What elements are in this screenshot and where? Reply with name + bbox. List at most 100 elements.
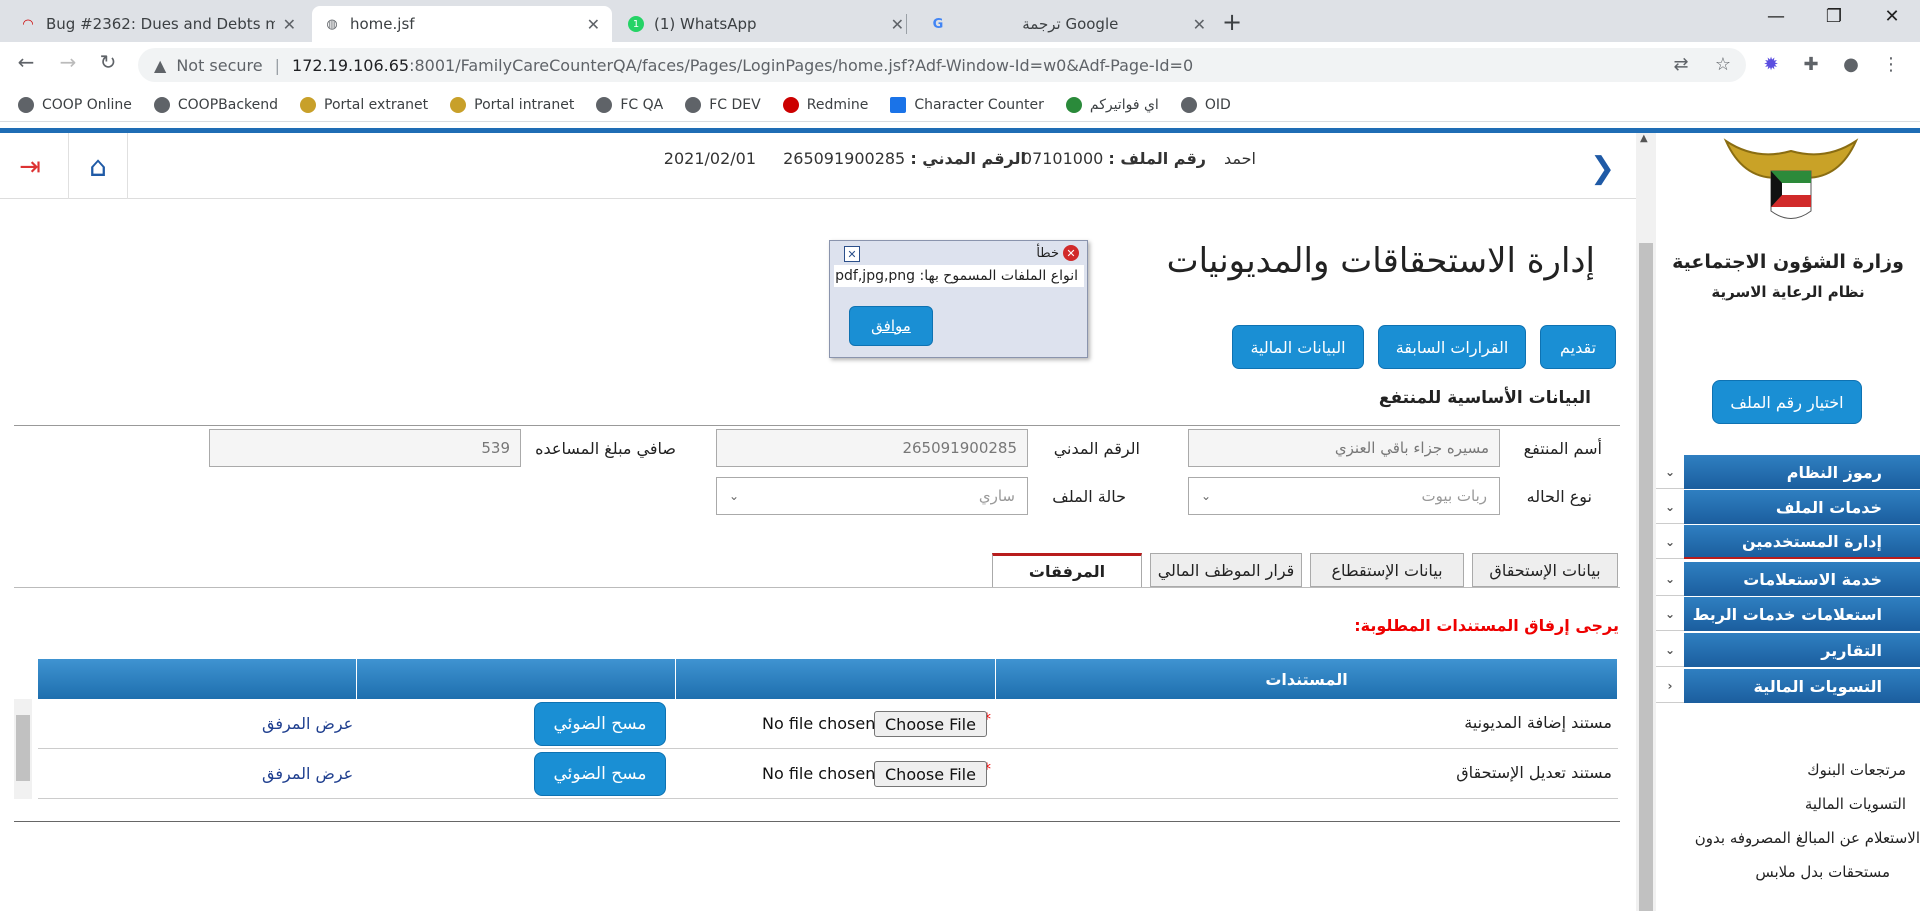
bookmark-item[interactable]: Portal intranet — [450, 96, 574, 113]
header-user: احمد — [1224, 149, 1256, 168]
beneficiary-name-field[interactable]: مسيره جزاء باقي العنزي — [1188, 429, 1500, 467]
submenu-item-clothing-allowance[interactable]: مستحقات بدل ملابس — [1755, 863, 1890, 881]
maximize-icon[interactable]: ❐ — [1814, 6, 1854, 27]
chevron-down-icon: ⌄ — [1656, 525, 1684, 559]
chevron-down-icon: ⌄ — [1656, 562, 1684, 596]
civil-id-field[interactable]: 265091900285 — [716, 429, 1028, 467]
minimize-icon[interactable]: — — [1756, 6, 1796, 27]
bookmark-item[interactable]: COOPBackend — [153, 96, 278, 113]
ministry-name: وزارة الشؤون الاجتماعية — [1672, 251, 1904, 273]
chevron-down-icon: ⌄ — [1656, 597, 1684, 631]
logout-icon[interactable]: ⇥ — [10, 147, 50, 187]
select-file-button[interactable]: اختيار رقم الملف — [1712, 380, 1862, 424]
menu-user-management[interactable]: إدارة المستخدمين ⌄ — [1656, 525, 1920, 559]
scan-button[interactable]: مسح الضوئي — [534, 702, 666, 746]
address-bar[interactable]: ▲ Not secure | 172.19.106.65:8001/Family… — [138, 48, 1746, 82]
menu-file-services[interactable]: خدمات الملف ⌄ — [1656, 490, 1920, 524]
browser-tab-redmine[interactable]: ◠ Bug #2362: Dues and Debts man ✕ — [8, 6, 308, 42]
scroll-up-icon[interactable]: ▲ — [1640, 133, 1648, 144]
forward-icon[interactable]: → — [54, 50, 82, 74]
no-file-text: No file chosen — [762, 764, 876, 783]
documents-header: المستندات — [996, 659, 1618, 699]
case-type-select[interactable]: ربات بيوت ⌄ — [1188, 477, 1500, 515]
menu-icon[interactable]: ⋮ — [1878, 54, 1904, 75]
extension-icon[interactable]: ✹ — [1758, 54, 1784, 75]
bookmark-item[interactable]: Redmine — [782, 96, 868, 113]
bookmark-item[interactable]: OID — [1180, 96, 1231, 113]
close-icon[interactable]: ✕ — [587, 15, 600, 34]
page-title: إدارة الاستحقاقات والمديونيات — [1166, 241, 1595, 281]
puzzle-icon[interactable]: ✚ — [1798, 54, 1824, 75]
header-file: رقم الملف : 07101000 — [1021, 149, 1206, 168]
scrollbar-thumb[interactable] — [1639, 243, 1653, 911]
browser-tab-home[interactable]: ◍ home.jsf ✕ — [312, 6, 612, 42]
view-attachment-link[interactable]: عرض المرفق — [262, 714, 353, 733]
tab-attachments[interactable]: المرفقات — [992, 553, 1142, 587]
divider — [14, 821, 1620, 822]
translate-page-icon[interactable]: ⇄ — [1668, 54, 1694, 75]
chevron-down-icon: ⌄ — [1656, 490, 1684, 524]
menu-inquiry-service[interactable]: خدمة الاستعلامات ⌄ — [1656, 562, 1920, 596]
submit-button[interactable]: تقديم — [1540, 325, 1616, 369]
scrollbar-thumb[interactable] — [16, 715, 30, 781]
new-tab-icon[interactable]: + — [1222, 8, 1242, 36]
tab-deduction-data[interactable]: بيانات الإستقطاع — [1310, 553, 1464, 587]
bookmark-item[interactable]: Character Counter — [890, 96, 1044, 113]
crest-icon — [300, 96, 316, 113]
tab-financial-decision[interactable]: قرار الموظف المالي — [1150, 553, 1302, 587]
net-amount-field[interactable]: 539 — [209, 429, 521, 467]
submenu-item-financial-settlements[interactable]: التسويات المالية — [1805, 795, 1906, 813]
chevron-down-icon: ⌄ — [1201, 489, 1212, 503]
previous-decisions-button[interactable]: القرارات السابقة — [1378, 325, 1526, 369]
view-attachment-link[interactable]: عرض المرفق — [262, 764, 353, 783]
civil-id-label: الرقم المدني — [1053, 439, 1140, 458]
chevron-down-icon: ⌄ — [729, 489, 740, 503]
back-icon[interactable]: ← — [12, 50, 40, 74]
profile-icon[interactable]: ● — [1838, 54, 1864, 75]
close-icon[interactable]: ✕ — [283, 15, 296, 34]
window-close-icon[interactable]: ✕ — [1872, 6, 1912, 27]
chevron-left-icon: ‹ — [1656, 669, 1684, 703]
net-amount-label: صافي مبلغ المساعده — [535, 439, 676, 458]
browser-tab-translate[interactable]: G ترجمة Google ✕ — [918, 6, 1218, 42]
bookmark-item[interactable]: Portal extranet — [300, 96, 428, 113]
error-icon: ✕ — [1063, 245, 1079, 261]
dialog-title: ✕ خطأ — [1036, 245, 1079, 261]
globe-icon — [153, 96, 170, 113]
main-scrollbar[interactable]: ▲ — [1636, 133, 1656, 911]
menu-reports[interactable]: التقارير ⌄ — [1656, 633, 1920, 667]
scan-button[interactable]: مسح الضوئي — [534, 752, 666, 796]
browser-tab-whatsapp[interactable]: 1 (1) WhatsApp ✕ — [616, 6, 916, 42]
close-icon[interactable]: ✕ — [891, 15, 904, 34]
submenu-item-bank-returns[interactable]: مرتجعات البنوك — [1807, 761, 1906, 779]
file-status-select[interactable]: ساري ⌄ — [716, 477, 1028, 515]
menu-system-codes[interactable]: رموز النظام ⌄ — [1656, 455, 1920, 489]
choose-file-button[interactable]: Choose File — [874, 761, 987, 787]
ok-button[interactable]: موافق — [849, 306, 933, 346]
table-header-cell — [38, 659, 357, 699]
table-header-cell — [676, 659, 996, 699]
bookmark-item[interactable]: اي فواتيركم — [1065, 96, 1159, 113]
menu-financial-settlements[interactable]: التسويات المالية ‹ — [1656, 669, 1920, 703]
bookmark-item[interactable]: FC DEV — [685, 96, 761, 113]
table-scrollbar[interactable] — [14, 699, 32, 799]
dialog-close-icon[interactable]: ✕ — [844, 246, 860, 262]
bookmark-star-icon[interactable]: ☆ — [1710, 54, 1736, 75]
financial-data-button[interactable]: البيانات المالية — [1232, 325, 1364, 369]
home-icon[interactable]: ⌂ — [68, 133, 128, 199]
menu-link-inquiries[interactable]: استعلامات خدمات الربط ⌄ — [1656, 597, 1920, 631]
bookmarks-bar: COOP Online COOPBackend Portal extranet … — [0, 88, 1920, 122]
header-date: 2021/02/01 — [663, 149, 756, 168]
required-documents-note: يرجى إرفاق المستندات المطلوبة: — [1354, 616, 1619, 635]
bookmark-item[interactable]: COOP Online — [18, 96, 132, 113]
submenu-item-spent-amounts-inquiry[interactable]: الاستعلام عن المبالغ المصروفه بدون — [1695, 829, 1920, 847]
chevron-right-icon[interactable]: ❯ — [1590, 151, 1615, 186]
close-icon[interactable]: ✕ — [1193, 15, 1206, 34]
bookmark-item[interactable]: FC QA — [596, 96, 663, 113]
dialog-message: انواع الملفات المسموح بها: pdf,jpg,png. — [834, 265, 1084, 287]
tab-entitlement-data[interactable]: بيانات الإستحقاق — [1472, 553, 1618, 587]
table-row: مستند تعديل الإستحقاق * Choose File No f… — [38, 749, 1618, 799]
choose-file-button[interactable]: Choose File — [874, 711, 987, 737]
reload-icon[interactable]: ↻ — [94, 50, 122, 74]
translate-icon: G — [932, 16, 944, 32]
